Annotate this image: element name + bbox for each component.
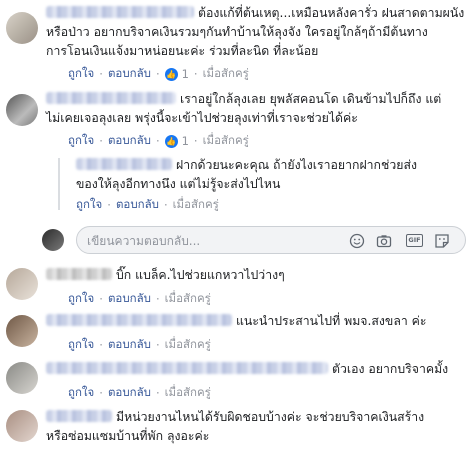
like-link[interactable]: ถูกใจ	[68, 290, 94, 308]
redacted-name[interactable]	[46, 314, 232, 326]
comment-actions: ถูกใจ · ตอบกลับ · เมื่อสักครู่	[68, 384, 211, 402]
like-count[interactable]: 1	[182, 134, 189, 148]
redacted-name[interactable]	[46, 268, 112, 280]
comment-text: ต้องแก้ที่ต้นเหตุ...เหมือนหลังคารั่ว ฝนส…	[46, 6, 465, 58]
redacted-name[interactable]	[76, 158, 172, 170]
camera-icon[interactable]	[376, 233, 392, 249]
timestamp[interactable]: เมื่อสักครู่	[173, 196, 219, 214]
comment-text: ฝากด้วยนะคะคุณ ถ้ายังไงเราอยากฝากช่วยส่ง…	[76, 158, 417, 191]
like-link[interactable]: ถูกใจ	[68, 384, 94, 402]
comment-text: ตัวเอง อยากบริจาคมั้ง	[46, 360, 448, 379]
reply-input[interactable]	[87, 232, 337, 249]
avatar[interactable]	[6, 315, 38, 347]
avatar[interactable]	[6, 94, 38, 126]
reply-composer[interactable]: GIF	[76, 226, 466, 254]
reply-link[interactable]: ตอบกลับ	[108, 132, 151, 150]
comment-text: แนะนำประสานไปที่ พมจ.สงขลา ค่ะ	[46, 312, 427, 331]
comment-actions: ถูกใจ · ตอบกลับ · 👍 1 · เมื่อสักครู่	[68, 132, 249, 150]
comment-actions: ถูกใจ · ตอบกลับ · เมื่อสักครู่	[68, 290, 211, 308]
emoji-icon[interactable]	[349, 233, 365, 249]
timestamp[interactable]: เมื่อสักครู่	[165, 384, 211, 402]
redacted-name[interactable]	[46, 362, 328, 374]
comment-actions: ถูกใจ · ตอบกลับ · เมื่อสักครู่	[76, 196, 219, 214]
comment-text: เราอยู่ใกล้ลุงเลย ยุพลัสคอนโด เดินข้ามไป…	[46, 92, 442, 125]
reply-link[interactable]: ตอบกลับ	[108, 65, 151, 83]
like-count[interactable]: 1	[182, 67, 189, 81]
comment-actions: ถูกใจ · ตอบกลับ · เมื่อสักครู่	[68, 336, 211, 354]
gif-icon[interactable]: GIF	[406, 234, 423, 247]
like-link[interactable]: ถูกใจ	[68, 132, 94, 150]
redacted-name[interactable]	[46, 410, 112, 422]
timestamp[interactable]: เมื่อสักครู่	[165, 290, 211, 308]
thumbs-up-icon: 👍	[164, 134, 178, 148]
reply-thread-line	[58, 158, 60, 210]
reply-link[interactable]: ตอบกลับ	[108, 290, 151, 308]
like-link[interactable]: ถูกใจ	[68, 336, 94, 354]
timestamp[interactable]: เมื่อสักครู่	[203, 65, 249, 83]
current-user-avatar[interactable]	[42, 229, 64, 251]
like-link[interactable]: ถูกใจ	[76, 196, 102, 214]
avatar[interactable]	[6, 362, 38, 394]
sticker-icon[interactable]	[434, 233, 450, 249]
like-link[interactable]: ถูกใจ	[68, 65, 94, 83]
avatar[interactable]	[6, 268, 38, 300]
comment-text: มีหน่วยงานไหนได้รับผิดชอบบ้างค่ะ จะช่วยบ…	[46, 410, 425, 443]
redacted-name[interactable]	[46, 92, 176, 104]
reply-link[interactable]: ตอบกลับ	[116, 196, 159, 214]
avatar[interactable]	[6, 12, 38, 44]
comment-text: บิ๊ก แบล็ค.ไปช่วยแกหวาไปว่างๆ	[46, 266, 285, 285]
redacted-name[interactable]	[46, 6, 194, 18]
reply-link[interactable]: ตอบกลับ	[108, 384, 151, 402]
timestamp[interactable]: เมื่อสักครู่	[165, 336, 211, 354]
thumbs-up-icon: 👍	[164, 67, 178, 81]
comment-actions: ถูกใจ · ตอบกลับ · 👍 1 · เมื่อสักครู่	[68, 65, 249, 83]
avatar[interactable]	[6, 410, 38, 442]
reply-link[interactable]: ตอบกลับ	[108, 336, 151, 354]
timestamp[interactable]: เมื่อสักครู่	[203, 132, 249, 150]
